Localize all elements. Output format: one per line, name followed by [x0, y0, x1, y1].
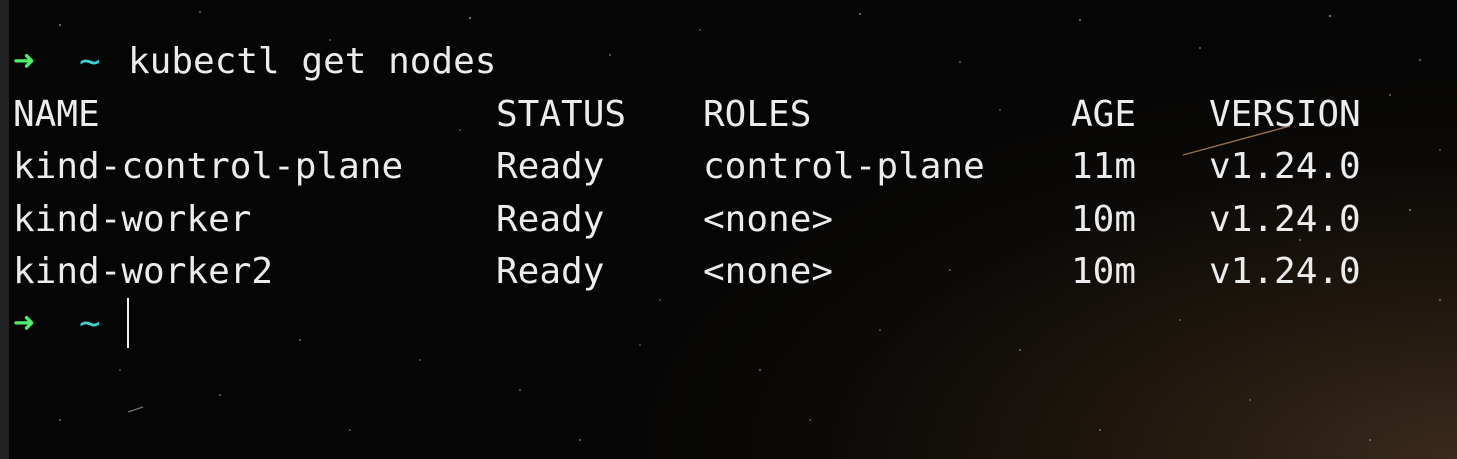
node-roles: <none> — [703, 251, 834, 292]
header-status: STATUS — [496, 94, 627, 135]
node-roles: control-plane — [703, 146, 985, 187]
table-row: kind-worker Ready <none> 10m v1.24.0 — [13, 198, 1361, 242]
text-cursor — [127, 298, 129, 348]
header-name: NAME — [13, 94, 100, 135]
node-version: v1.24.0 — [1209, 199, 1361, 240]
header-age: AGE — [1071, 94, 1137, 135]
node-age: 11m — [1071, 146, 1137, 187]
prompt-arrow-icon: ➜ — [13, 41, 35, 82]
prompt-line[interactable]: ➜ ~ — [13, 298, 129, 348]
terminal-window[interactable]: ➜ ~ kubectl get nodes NAME STATUS ROLES … — [0, 0, 1457, 459]
node-name: kind-worker2 — [13, 251, 274, 292]
prompt-directory: ~ — [79, 41, 101, 82]
node-name: kind-control-plane — [13, 146, 404, 187]
node-age: 10m — [1071, 199, 1137, 240]
node-version: v1.24.0 — [1209, 251, 1361, 292]
node-status: Ready — [496, 146, 605, 187]
node-version: v1.24.0 — [1209, 146, 1361, 187]
node-age: 10m — [1071, 251, 1137, 292]
node-status: Ready — [496, 199, 605, 240]
table-row: kind-control-plane Ready control-plane 1… — [13, 145, 1361, 189]
table-row: kind-worker2 Ready <none> 10m v1.24.0 — [13, 250, 1361, 294]
command-text: kubectl get nodes — [128, 41, 497, 82]
header-roles: ROLES — [703, 94, 812, 135]
table-header-row: NAME STATUS ROLES AGE VERSION — [13, 93, 1361, 137]
prompt-arrow-icon: ➜ — [13, 303, 35, 344]
scrollbar-track[interactable] — [0, 0, 9, 459]
command-line: ➜ ~ kubectl get nodes — [13, 40, 496, 84]
node-status: Ready — [496, 251, 605, 292]
node-roles: <none> — [703, 199, 834, 240]
prompt-directory: ~ — [79, 303, 101, 344]
header-version: VERSION — [1209, 94, 1361, 135]
node-name: kind-worker — [13, 199, 252, 240]
